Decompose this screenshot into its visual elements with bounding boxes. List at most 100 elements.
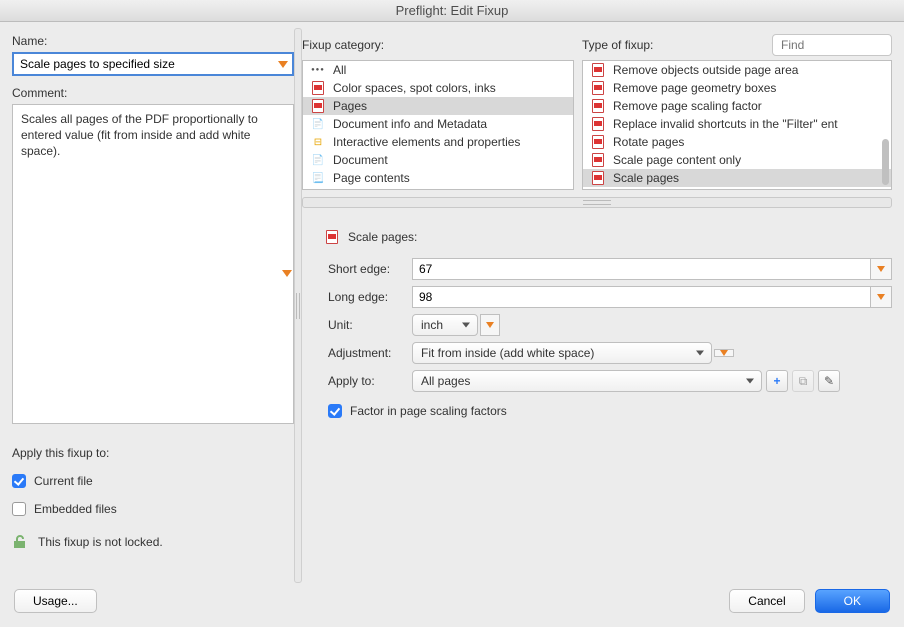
section-title: Scale pages:	[348, 230, 417, 244]
cancel-button[interactable]: Cancel	[729, 589, 804, 613]
adjustment-label: Adjustment:	[328, 346, 412, 360]
type-item[interactable]: Rotate pages	[583, 133, 891, 151]
pdf-icon	[592, 117, 604, 131]
type-item[interactable]: Remove objects outside page area	[583, 61, 891, 79]
short-edge-label: Short edge:	[328, 262, 412, 276]
long-edge-dropdown-button[interactable]	[870, 286, 892, 308]
category-item[interactable]: ⊟Interactive elements and properties	[303, 133, 573, 151]
type-item-label: Scale page content only	[613, 153, 741, 167]
current-file-label: Current file	[34, 474, 93, 488]
lock-status-label: This fixup is not locked.	[38, 535, 163, 549]
apply-to-select[interactable]: All pages	[412, 370, 762, 392]
type-item[interactable]: Remove page scaling factor	[583, 97, 891, 115]
pdf-icon	[592, 153, 604, 167]
pdf-icon	[592, 135, 604, 149]
right-panel: Fixup category: All Color spaces, spot co…	[302, 34, 892, 575]
long-edge-label: Long edge:	[328, 290, 412, 304]
chevron-down-icon	[877, 266, 885, 272]
apply-to-heading: Apply this fixup to:	[12, 446, 294, 460]
type-of-fixup-list[interactable]: Remove objects outside page area Remove p…	[582, 60, 892, 190]
type-item[interactable]: Replace invalid shortcuts in the "Filter…	[583, 115, 891, 133]
pdf-icon	[312, 81, 324, 95]
type-item[interactable]: Scale page content only	[583, 151, 891, 169]
document-icon: 📄	[311, 153, 325, 167]
category-item[interactable]: Color spaces, spot colors, inks	[303, 79, 573, 97]
dialog-window: Preflight: Edit Fixup Name: Comment: Sca…	[0, 0, 904, 627]
usage-button[interactable]: Usage...	[14, 589, 97, 613]
adjustment-dropdown-button[interactable]	[714, 349, 734, 357]
pdf-icon	[591, 171, 605, 185]
pdf-icon	[591, 153, 605, 167]
scrollbar-thumb[interactable]	[882, 139, 889, 185]
type-item[interactable]: Scale pages	[583, 169, 891, 187]
adjustment-value: Fit from inside (add white space)	[421, 346, 594, 360]
category-item[interactable]: 📄 Document	[303, 151, 573, 169]
pdf-icon	[592, 81, 604, 95]
pdf-icon	[591, 81, 605, 95]
chevron-down-icon	[720, 350, 728, 356]
long-edge-input[interactable]	[412, 286, 870, 308]
category-item-label: Page contents	[333, 171, 410, 185]
embedded-files-checkbox[interactable]	[12, 502, 26, 516]
category-item-label: Color spaces, spot colors, inks	[333, 81, 496, 95]
add-filter-button[interactable]: +	[766, 370, 788, 392]
category-item[interactable]: Pages	[303, 97, 573, 115]
fixup-category-label: Fixup category:	[302, 38, 384, 52]
current-file-checkbox[interactable]	[12, 474, 26, 488]
find-input[interactable]	[772, 34, 892, 56]
unit-dropdown-button[interactable]	[480, 314, 500, 336]
chevron-down-icon	[877, 294, 885, 300]
type-item-label: Scale pages	[613, 171, 679, 185]
category-item[interactable]: All	[303, 61, 573, 79]
type-item-label: Remove page geometry boxes	[613, 81, 776, 95]
unit-label: Unit:	[328, 318, 412, 332]
pdf-icon	[591, 135, 605, 149]
pdf-icon	[312, 99, 324, 113]
unit-select[interactable]: inch	[412, 314, 478, 336]
category-item[interactable]: 📄 Document info and Metadata	[303, 115, 573, 133]
pdf-icon	[591, 63, 605, 77]
name-label: Name:	[12, 34, 294, 48]
factor-label: Factor in page scaling factors	[350, 404, 507, 418]
combine-filter-button: ⧉	[792, 370, 814, 392]
adjustment-select[interactable]: Fit from inside (add white space)	[412, 342, 712, 364]
pdf-icon	[591, 117, 605, 131]
type-item-label: Rotate pages	[613, 135, 684, 149]
page-icon: 📃	[311, 171, 325, 185]
short-edge-dropdown-button[interactable]	[870, 258, 892, 280]
category-item-label: Document info and Metadata	[333, 117, 487, 131]
category-item[interactable]: 📃 Page contents	[303, 169, 573, 187]
edit-filter-button[interactable]: ✎	[818, 370, 840, 392]
unit-value: inch	[421, 318, 443, 332]
left-panel: Name: Comment: Scales all pages of the P…	[12, 34, 294, 575]
category-item-label: All	[333, 63, 346, 77]
short-edge-input[interactable]	[412, 258, 870, 280]
pdf-icon	[311, 81, 325, 95]
type-item[interactable]: Remove page geometry boxes	[583, 79, 891, 97]
apply-to-label: Apply to:	[328, 374, 412, 388]
pdf-icon	[326, 230, 338, 244]
factor-checkbox[interactable]	[328, 404, 342, 418]
comment-text: Scales all pages of the PDF proportional…	[21, 112, 258, 158]
apply-to-value: All pages	[421, 374, 470, 388]
horizontal-splitter[interactable]	[302, 196, 892, 208]
pdf-icon	[592, 171, 604, 185]
window-title: Preflight: Edit Fixup	[0, 0, 904, 22]
pdf-icon	[592, 99, 604, 113]
comment-textarea[interactable]: Scales all pages of the PDF proportional…	[12, 104, 294, 424]
pdf-icon	[311, 99, 325, 113]
type-item-label: Remove page scaling factor	[613, 99, 762, 113]
category-item-label: Pages	[333, 99, 367, 113]
unlock-icon	[12, 534, 28, 550]
all-icon	[311, 63, 325, 77]
pdf-icon	[592, 63, 604, 77]
type-item-label: Remove objects outside page area	[613, 63, 798, 77]
name-input[interactable]	[12, 52, 274, 76]
category-item-label: Document	[333, 153, 388, 167]
interactive-icon: ⊟	[311, 135, 325, 149]
ok-button[interactable]: OK	[815, 589, 890, 613]
type-item-label: Replace invalid shortcuts in the "Filter…	[613, 117, 838, 131]
fixup-category-list[interactable]: All Color spaces, spot colors, inks Pages 📄…	[302, 60, 574, 190]
name-dropdown-button[interactable]	[274, 52, 294, 76]
info-icon: 📄	[311, 117, 325, 131]
